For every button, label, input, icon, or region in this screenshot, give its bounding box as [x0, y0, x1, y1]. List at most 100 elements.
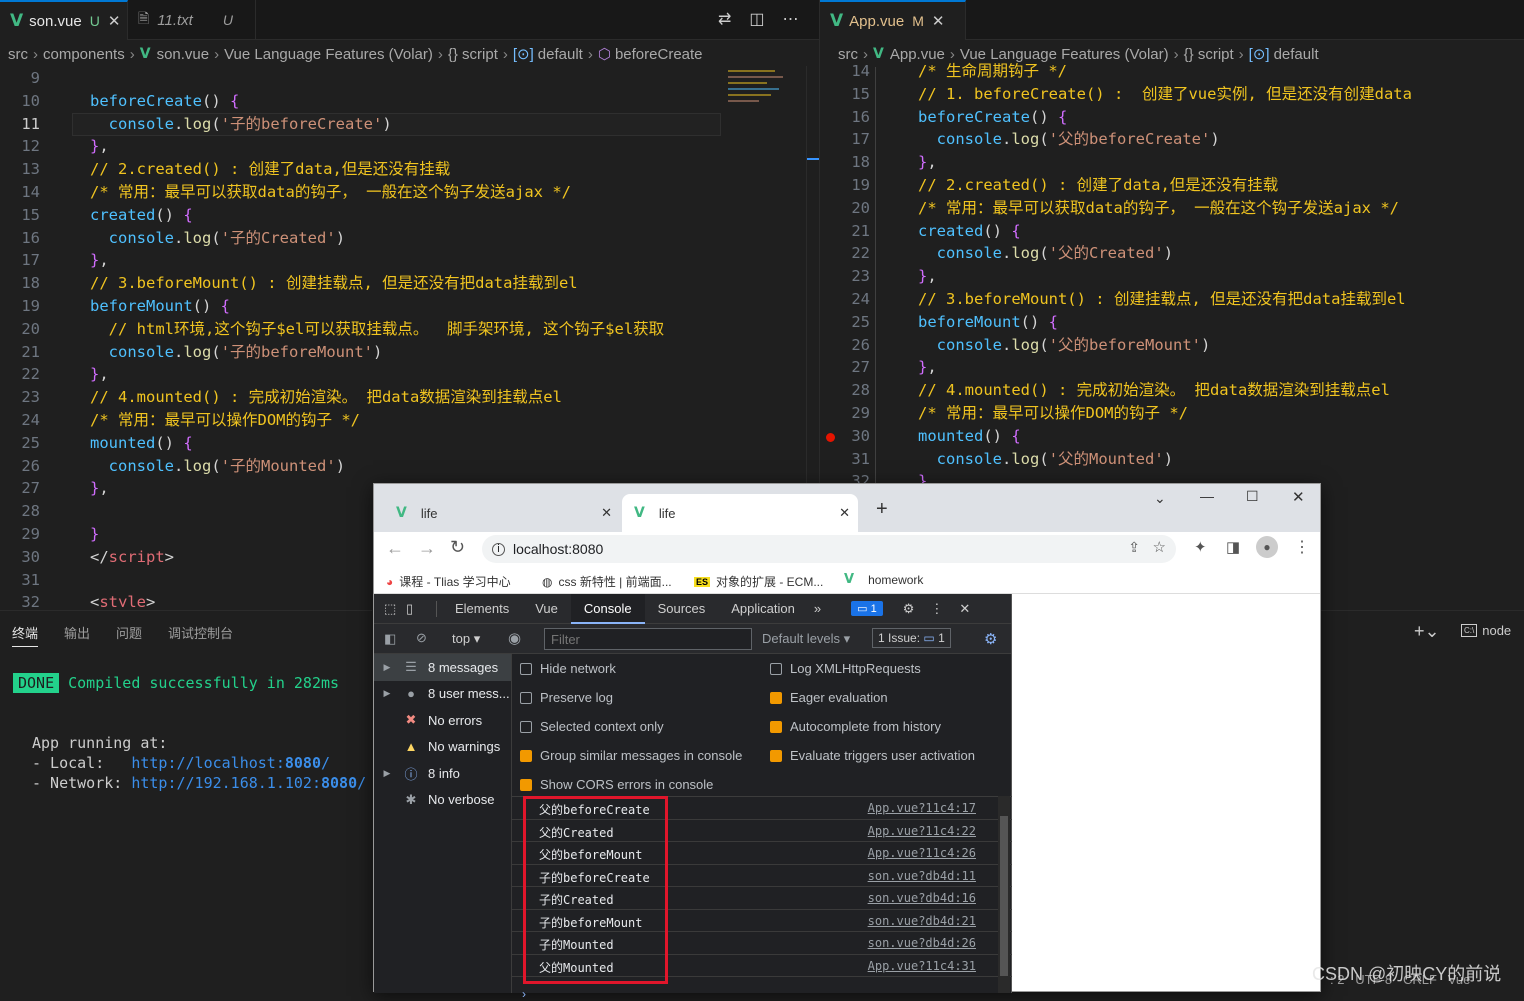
code-line[interactable]: 19 // 2.created() : 创建了data,但是还没有挂载	[830, 174, 1524, 197]
code-line[interactable]: 22},	[0, 363, 805, 386]
console-sidebar-item[interactable]: ✱ No verbose	[374, 787, 511, 814]
add-terminal-icon[interactable]: +⌄	[1414, 621, 1440, 642]
bookmark-item[interactable]: ◕ 课程 - Tlias 学习中心	[386, 573, 511, 590]
console-setting-checkbox[interactable]: Evaluate triggers user activation	[770, 748, 975, 763]
devtools-tab-sources[interactable]: Sources	[645, 594, 719, 624]
devtools-tab-elements[interactable]: Elements	[442, 594, 522, 624]
devtools-tab-application[interactable]: Application	[718, 594, 808, 624]
close-icon[interactable]: ✕	[108, 12, 121, 30]
checkbox[interactable]	[770, 720, 782, 733]
console-setting-checkbox[interactable]: Group similar messages in console	[520, 748, 742, 763]
code-line[interactable]: 16 beforeCreate() {	[830, 106, 1524, 129]
code-line[interactable]: 30 mounted() {	[830, 425, 1524, 448]
console-sidebar-item[interactable]: ✖ No errors	[374, 707, 511, 734]
minimize-icon[interactable]: —	[1200, 488, 1214, 504]
code-line[interactable]: 10 beforeCreate() {	[0, 90, 805, 113]
code-line[interactable]: 13 // 2.created() : 创建了data,但是还没有挂载	[0, 158, 805, 181]
log-source-link[interactable]: son.vue?db4d:11	[868, 869, 976, 883]
tab-11-txt[interactable]: 🗎 11.txt U	[128, 0, 256, 40]
code-line[interactable]: 18 // 3.beforeMount() : 创建挂载点, 但是还没有把data…	[0, 272, 805, 295]
code-line[interactable]: 22 console.log('父的Created')	[830, 242, 1524, 265]
breadcrumb-item[interactable]: son.vue	[157, 46, 210, 63]
checkbox[interactable]	[770, 662, 782, 675]
code-line[interactable]: 14 /* 生命周期钩子 */	[830, 60, 1524, 83]
checkbox[interactable]	[520, 778, 532, 791]
menu-icon[interactable]: ⋮	[1294, 537, 1310, 557]
right-code-editor[interactable]: 14 /* 生命周期钩子 */ 15 // 1. beforeCreate() : 创…	[830, 60, 1524, 485]
network-url[interactable]: http://192.168.1.102:8080/	[131, 774, 366, 792]
log-source-link[interactable]: App.vue?11c4:26	[868, 846, 976, 860]
split-editor-icon[interactable]: ◫	[749, 9, 764, 29]
log-source-link[interactable]: son.vue?db4d:21	[868, 914, 976, 928]
window-close-icon[interactable]: ✕	[1292, 488, 1305, 506]
forward-icon[interactable]: →	[418, 538, 436, 559]
side-panel-icon[interactable]: ◨	[1226, 538, 1240, 556]
code-line[interactable]: 26 console.log('子的Mounted')	[0, 455, 805, 478]
code-line[interactable]: 26 console.log('父的beforeMount')	[830, 334, 1524, 357]
devtools-tab-vue[interactable]: Vue	[522, 594, 571, 624]
code-line[interactable]: 29 /* 常用：最早可以操作DOM的钩子 */	[830, 402, 1524, 425]
terminal-shell-selector[interactable]: C:\ node	[1461, 623, 1511, 638]
code-line[interactable]: 20 /* 常用：最早可以获取data的钩子， 一般在这个钩子发送ajax */	[830, 197, 1524, 220]
tab-output[interactable]: 输出	[64, 623, 90, 647]
console-scrollbar[interactable]	[998, 796, 1010, 993]
reload-icon[interactable]: ↻	[450, 537, 465, 558]
local-url[interactable]: http://localhost:8080/	[131, 754, 330, 772]
breadcrumb-item[interactable]: default	[538, 46, 583, 63]
code-line[interactable]: 18},	[830, 151, 1524, 174]
console-setting-checkbox[interactable]: Autocomplete from history	[770, 719, 941, 734]
expand-arrow-icon[interactable]: ▶	[374, 688, 400, 699]
expand-arrow-icon[interactable]: ▶	[374, 768, 400, 779]
code-line[interactable]: 24 // 3.beforeMount() : 创建挂载点, 但是还没有把data…	[830, 288, 1524, 311]
console-setting-checkbox[interactable]: Preserve log	[520, 690, 613, 705]
tab-search-icon[interactable]: ⌄	[1154, 490, 1166, 507]
log-source-link[interactable]: App.vue?11c4:31	[868, 959, 976, 973]
console-sidebar-item[interactable]: ▲ No warnings	[374, 734, 511, 761]
devtools-menu-icon[interactable]: ⋮	[930, 601, 943, 617]
console-setting-checkbox[interactable]: Log XMLHttpRequests	[770, 661, 921, 676]
issues-badge[interactable]: ▭ 1	[851, 601, 883, 616]
console-setting-checkbox[interactable]: Eager evaluation	[770, 690, 888, 705]
console-prompt-icon[interactable]: ›	[522, 987, 526, 1001]
checkbox[interactable]	[520, 662, 532, 675]
browser-tab[interactable]: V life ✕	[384, 494, 620, 532]
close-tab-icon[interactable]: ✕	[601, 505, 612, 521]
code-line[interactable]: 17},	[0, 249, 805, 272]
code-line[interactable]: 14 /* 常用：最早可以获取data的钩子， 一般在这个钩子发送ajax */	[0, 181, 805, 204]
breadcrumb-item[interactable]: Vue Language Features (Volar)	[224, 46, 433, 63]
new-tab-icon[interactable]: +	[876, 498, 888, 521]
extensions-icon[interactable]: ✦	[1194, 538, 1207, 556]
code-line[interactable]: 21 created() {	[830, 220, 1524, 243]
log-levels-dropdown[interactable]: Default levels ▾	[762, 631, 850, 647]
code-line[interactable]: 31 console.log('父的Mounted')	[830, 448, 1524, 471]
console-filter-input[interactable]	[544, 628, 752, 650]
code-line[interactable]: 11 console.log('子的beforeCreate')	[0, 113, 805, 136]
checkbox[interactable]	[520, 749, 532, 762]
bookmark-item[interactable]: ES 对象的扩展 - ECM...	[694, 573, 823, 590]
tab-problems[interactable]: 问题	[116, 623, 142, 647]
expand-arrow-icon[interactable]: ▶	[374, 662, 400, 673]
more-tabs-icon[interactable]: »	[814, 601, 821, 616]
console-setting-checkbox[interactable]: Selected context only	[520, 719, 664, 734]
device-toolbar-icon[interactable]: ▯	[406, 601, 436, 617]
checkbox[interactable]	[520, 691, 532, 704]
address-bar[interactable]: i localhost:8080 ⇪ ☆	[482, 535, 1176, 563]
tab-app-vue[interactable]: V App.vue M ✕	[820, 0, 966, 40]
code-line[interactable]: 27},	[830, 356, 1524, 379]
code-line[interactable]: 12},	[0, 135, 805, 158]
console-settings-icon[interactable]: ⚙	[984, 630, 997, 648]
settings-gear-icon[interactable]: ⚙	[903, 601, 915, 617]
code-line[interactable]: 15 created() {	[0, 204, 805, 227]
context-selector[interactable]: top ▾	[452, 631, 480, 647]
code-line[interactable]: 15 // 1. beforeCreate() : 创建了vue实例, 但是还没有…	[830, 83, 1524, 106]
breadcrumb-item[interactable]: components	[43, 46, 125, 63]
inspect-icon[interactable]: ⬚	[384, 601, 406, 617]
profile-avatar[interactable]: ●	[1256, 536, 1278, 558]
console-setting-checkbox[interactable]: Show CORS errors in console	[520, 777, 713, 792]
live-expression-eye-icon[interactable]: ◉	[508, 629, 521, 647]
share-icon[interactable]: ⇪	[1128, 539, 1140, 556]
code-line[interactable]: 21 console.log('子的beforeMount')	[0, 341, 805, 364]
checkbox[interactable]	[520, 720, 532, 733]
console-setting-checkbox[interactable]: Hide network	[520, 661, 616, 676]
tab-son-vue[interactable]: V son.vue U ✕	[0, 0, 128, 40]
